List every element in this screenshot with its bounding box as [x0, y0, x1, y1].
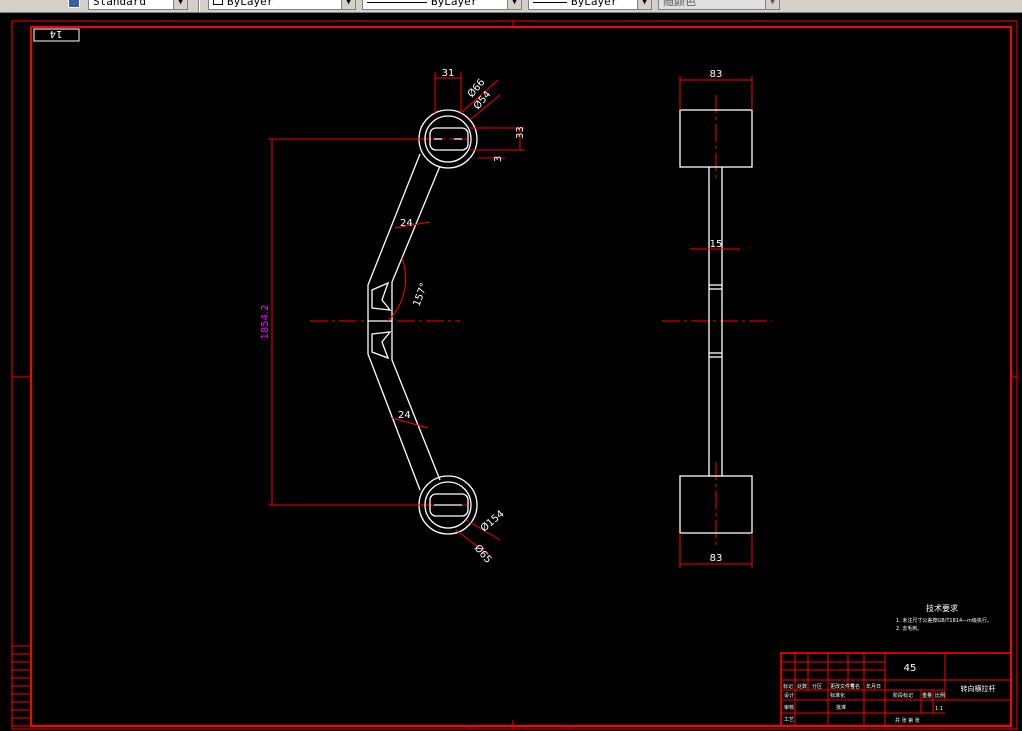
- color-swatch-icon: [213, 0, 223, 5]
- chevron-down-icon[interactable]: ▼: [765, 0, 779, 9]
- layer-color-select[interactable]: ByLayer ▼: [208, 0, 356, 10]
- left-sheet-markers: [11, 645, 32, 727]
- front-geometry: [367, 109, 478, 535]
- text-style-icon[interactable]: [68, 0, 80, 8]
- side-view: 83 15 83: [662, 69, 772, 568]
- dim-outer-dia-bottom: Ø65: [472, 542, 494, 566]
- technical-notes: 技术要求 1. 未注尺寸公差按GB/T1814—m级执行。 2. 去毛刺。: [896, 603, 992, 632]
- title-block-standardize: 标准化: [830, 692, 845, 699]
- dim-side-web: 15: [710, 239, 723, 250]
- title-block-count: 处数: [797, 683, 807, 690]
- title-block-ratio-label: 比例: [935, 692, 945, 699]
- dim-arm-width-top: 24: [400, 218, 413, 229]
- front-dim-text: 31 Ø66 Ø54 33 3 24 157° 1854.2 24 Ø154 Ø…: [260, 68, 526, 566]
- centerlines-side: [662, 95, 772, 545]
- lineweight-sample-icon: [533, 1, 567, 3]
- front-view: 31 Ø66 Ø54 33 3 24 157° 1854.2 24 Ø154 Ø…: [260, 68, 526, 566]
- dim-arm-width-bottom: 24: [398, 410, 411, 421]
- title-block-designer: 设计: [784, 692, 794, 699]
- dim-side-bottom-width: 83: [710, 553, 723, 564]
- toolbar-separator: [198, 0, 200, 12]
- bottom-ruler: [469, 725, 571, 730]
- front-dimensions: [268, 72, 525, 557]
- dim-side-top-width: 83: [710, 69, 723, 80]
- text-style-value: Standard: [93, 0, 146, 8]
- linetype-value: ByLayer: [431, 0, 478, 8]
- dim-inner-dia-bottom: Ø154: [478, 508, 506, 535]
- sheet-code-box: 14: [33, 28, 80, 42]
- title-block: 标记 处数 分区 更改文件号 签名 年月日 设计 标准化 审核 工艺 批准 阶段…: [780, 652, 1012, 727]
- title-block-review: 审核: [784, 704, 794, 711]
- text-style-select[interactable]: Standard ▼: [88, 0, 188, 10]
- title-block-weight: 重量: [922, 692, 932, 699]
- side-dim-text: 83 15 83: [710, 69, 723, 564]
- layer-color-value: ByLayer: [227, 0, 274, 8]
- chevron-down-icon[interactable]: ▼: [341, 0, 355, 9]
- lineweight-value: ByLayer: [571, 0, 618, 8]
- sheet-code: 14: [50, 28, 63, 39]
- arm-inner: [391, 165, 441, 481]
- notes-line1: 1. 未注尺寸公差按GB/T1814—m级执行。: [896, 617, 992, 624]
- title-block-zone: 分区: [812, 683, 822, 690]
- title-block-process: 工艺: [784, 717, 794, 723]
- chevron-down-icon[interactable]: ▼: [637, 0, 651, 9]
- title-block-mark: 标记: [783, 683, 793, 690]
- chevron-down-icon[interactable]: ▼: [507, 0, 521, 9]
- notes-title: 技术要求: [926, 603, 958, 613]
- title-block-approve: 批准: [836, 704, 846, 711]
- title-block-sheets: 共 张 第 张: [895, 717, 920, 724]
- dim-slot-height: 33: [515, 126, 526, 139]
- chevron-down-icon[interactable]: ▼: [173, 0, 187, 9]
- linetype-select[interactable]: ByLayer ▼: [362, 0, 522, 10]
- drawing-canvas[interactable]: 14 31 Ø66 Ø54 33 3 24 157° 1854.2 24 Ø15…: [0, 12, 1022, 731]
- center-cutout-bottom: [371, 331, 392, 360]
- title-block-part-name: 转向横拉杆: [961, 684, 996, 693]
- dim-top-width: 31: [442, 68, 455, 79]
- title-block-material: 45: [904, 663, 917, 674]
- dim-slot-small: 3: [493, 156, 504, 162]
- plot-style-value: 随颜色: [663, 0, 696, 8]
- dim-overall-height: 1854.2: [260, 305, 271, 340]
- lineweight-select[interactable]: ByLayer ▼: [528, 0, 652, 10]
- title-block-date: 年月日: [866, 683, 881, 690]
- title-block-stage: 阶段标记: [893, 692, 913, 699]
- title-block-scale: 1:1: [935, 706, 943, 712]
- linetype-sample-icon: [367, 1, 427, 3]
- title-block-signature: 签名: [850, 683, 860, 690]
- center-cutout-top: [371, 281, 392, 311]
- arm-outer: [367, 153, 421, 491]
- plot-style-select[interactable]: 随颜色 ▼: [658, 0, 780, 10]
- notes-line2: 2. 去毛刺。: [896, 625, 922, 632]
- dim-angle: 157°: [412, 282, 431, 308]
- centerlines-front: [310, 138, 470, 506]
